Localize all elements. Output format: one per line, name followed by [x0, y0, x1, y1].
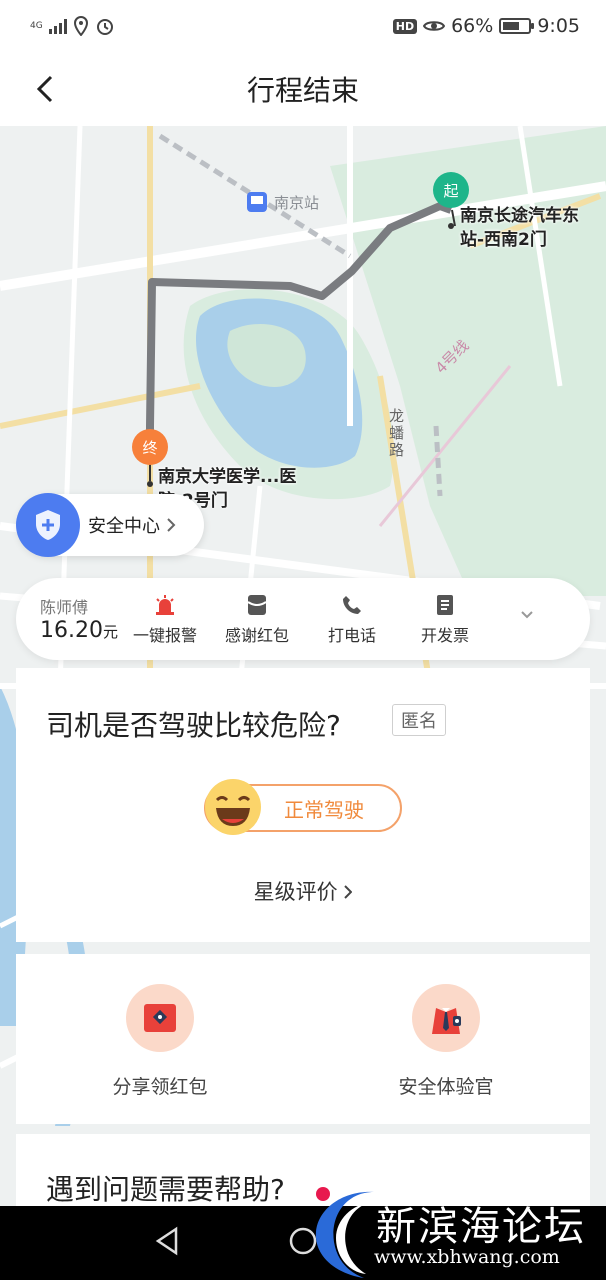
watermark-logo: 新滨海论坛 www.xbhwang.com	[306, 1186, 606, 1280]
clock-time: 9:05	[537, 15, 580, 37]
help-title: 遇到问题需要帮助?	[46, 1173, 285, 1206]
chevron-right-icon	[344, 885, 353, 899]
safety-officer-label: 安全体验官	[398, 1076, 494, 1098]
chevron-right-icon	[167, 518, 176, 532]
fare-unit: 元	[102, 623, 118, 641]
emergency-alarm-button[interactable]: 一键报警	[120, 592, 210, 646]
normal-driving-button[interactable]: 正常驾驶	[204, 779, 402, 835]
signal-icon	[48, 18, 67, 34]
emergency-alarm-label: 一键报警	[132, 626, 197, 645]
star-rating-link[interactable]: 星级评价	[16, 876, 590, 906]
phone-icon	[343, 596, 361, 614]
promo-card: 分享领红包 安全体验官	[16, 954, 590, 1124]
eye-icon	[423, 21, 446, 31]
invoice-label: 开发票	[420, 626, 469, 645]
driver-name: 陈师傅	[40, 598, 89, 617]
end-pin: 终	[132, 429, 168, 465]
fare-amount: 16.20元	[40, 618, 118, 643]
invoice-icon	[437, 595, 453, 615]
watermark-swoosh-icon	[315, 1187, 374, 1278]
share-envelope-label: 分享领红包	[112, 1076, 208, 1098]
page-header: 行程结束	[0, 52, 606, 126]
fare-value: 16.20	[40, 618, 103, 643]
driver-card: 陈师傅 16.20元 一键报警 感谢红包 打电话 开发票	[16, 578, 590, 660]
back-button[interactable]	[22, 66, 68, 112]
share-envelope-icon	[144, 1004, 176, 1032]
driving-safety-card: 司机是否驾驶比较危险? 匿名 正常驾驶 星级评价	[16, 668, 590, 942]
invoice-button[interactable]: 开发票	[400, 592, 490, 646]
page-title: 行程结束	[246, 74, 359, 107]
road-label-longpan: 龙蟠路	[387, 408, 405, 459]
watermark-url: www.xbhwang.com	[374, 1246, 560, 1268]
safety-officer-icon	[432, 1008, 461, 1034]
hd-badge: HD	[392, 18, 418, 34]
battery-icon	[499, 18, 535, 34]
status-bar: 4G HD 66% 9:05	[0, 0, 606, 52]
thank-envelope-button[interactable]: 感谢红包	[212, 592, 302, 646]
laughing-face-icon	[205, 779, 261, 835]
red-envelope-icon	[247, 595, 267, 615]
safety-question: 司机是否驾驶比较危险?	[46, 709, 341, 742]
safety-officer-button[interactable]: 安全体验官	[346, 984, 546, 1099]
back-arrow-icon	[36, 75, 53, 103]
thank-envelope-label: 感谢红包	[224, 626, 289, 645]
expand-chevron-icon[interactable]	[520, 610, 534, 620]
alarm-clock-icon	[96, 19, 113, 35]
watermark-name: 新滨海论坛	[376, 1204, 586, 1250]
normal-driving-label: 正常驾驶	[284, 797, 364, 822]
alarm-icon	[156, 595, 174, 615]
start-pin: 起	[433, 172, 469, 208]
back-triangle-icon[interactable]	[154, 1226, 180, 1256]
safety-center-button[interactable]: 安全中心	[16, 493, 204, 557]
call-driver-label: 打电话	[327, 626, 376, 645]
shield-plus-icon	[16, 493, 80, 557]
anonymous-tag: 匿名	[392, 704, 446, 736]
star-rating-label: 星级评价	[253, 880, 338, 904]
safety-center-label: 安全中心	[88, 516, 160, 537]
network-type: 4G	[30, 20, 43, 31]
location-icon	[73, 16, 88, 36]
battery-percent: 66%	[451, 15, 494, 37]
station-label: 南京站	[274, 194, 320, 212]
start-location-label: 南京长途汽车东站-西南2门	[460, 206, 579, 250]
share-envelope-button[interactable]: 分享领红包	[60, 984, 260, 1099]
call-driver-button[interactable]: 打电话	[307, 592, 397, 646]
